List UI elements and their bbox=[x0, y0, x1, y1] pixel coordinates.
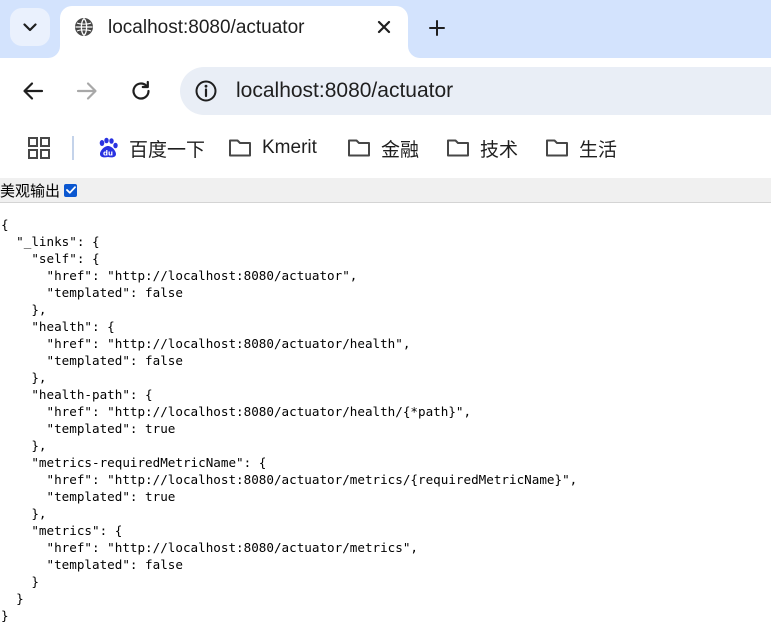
bookmark-baidu[interactable]: du 百度一下 bbox=[97, 135, 205, 161]
bookmark-folder-kmerit[interactable]: Kmerit bbox=[228, 135, 317, 161]
json-line: "health-path": { bbox=[1, 387, 153, 402]
bookmark-folder-tech[interactable]: 技术 bbox=[446, 135, 518, 161]
plus-icon bbox=[429, 20, 445, 36]
bookmark-label: 技术 bbox=[480, 139, 519, 161]
address-bar-url[interactable]: localhost:8080/actuator bbox=[236, 79, 453, 103]
tab-close-button[interactable] bbox=[373, 16, 395, 38]
bookmark-label: 金融 bbox=[381, 139, 420, 161]
folder-icon bbox=[447, 139, 469, 157]
json-line: } bbox=[1, 591, 24, 606]
bookmarks-bar: du 百度一下 Kmerit 金融 技术 生活 bbox=[0, 122, 771, 178]
reload-button[interactable] bbox=[128, 78, 154, 104]
json-line: "templated": true bbox=[1, 489, 176, 504]
active-tab[interactable]: localhost:8080/actuator bbox=[60, 6, 408, 58]
page-content: 美观输出 { "_links": { "self": { "href": "ht… bbox=[0, 178, 771, 634]
bookmark-folder-finance[interactable]: 金融 bbox=[347, 135, 419, 161]
svg-text:du: du bbox=[103, 150, 113, 158]
address-bar[interactable]: localhost:8080/actuator bbox=[180, 67, 771, 115]
bookmark-label: 百度一下 bbox=[129, 139, 206, 161]
json-line: "href": "http://localhost:8080/actuator/… bbox=[1, 336, 411, 351]
folder-icon bbox=[348, 139, 370, 157]
chevron-down-icon bbox=[23, 22, 37, 31]
json-line: "templated": true bbox=[1, 421, 176, 436]
json-line: { bbox=[1, 217, 9, 232]
tab-search-button[interactable] bbox=[10, 8, 50, 46]
arrow-left-icon bbox=[23, 82, 44, 100]
pretty-print-bar: 美观输出 bbox=[0, 178, 771, 203]
json-line: }, bbox=[1, 302, 47, 317]
json-line: "href": "http://localhost:8080/actuator/… bbox=[1, 404, 472, 419]
folder-icon bbox=[229, 139, 251, 157]
json-line: "health": { bbox=[1, 319, 115, 334]
json-line: "templated": false bbox=[1, 353, 183, 368]
folder-icon bbox=[546, 139, 568, 157]
json-line: }, bbox=[1, 506, 47, 521]
json-line: } bbox=[1, 608, 9, 623]
bookmark-label: 生活 bbox=[579, 139, 618, 161]
new-tab-button[interactable] bbox=[425, 16, 449, 40]
bookmark-folder-life[interactable]: 生活 bbox=[545, 135, 617, 161]
json-line: } bbox=[1, 574, 39, 589]
json-body: { "_links": { "self": { "href": "http://… bbox=[1, 216, 577, 624]
json-line: "href": "http://localhost:8080/actuator/… bbox=[1, 540, 419, 555]
info-icon[interactable] bbox=[194, 79, 218, 103]
forward-button[interactable] bbox=[74, 78, 100, 104]
reload-icon bbox=[132, 80, 150, 100]
tab-strip: localhost:8080/actuator bbox=[0, 0, 771, 58]
json-line: "_links": { bbox=[1, 234, 100, 249]
json-line: "self": { bbox=[1, 251, 100, 266]
json-line: "templated": false bbox=[1, 285, 183, 300]
pretty-print-checkbox[interactable] bbox=[64, 183, 78, 197]
apps-grid-icon[interactable] bbox=[27, 136, 51, 160]
json-line: "href": "http://localhost:8080/actuator/… bbox=[1, 472, 578, 487]
browser-toolbar: localhost:8080/actuator bbox=[0, 58, 771, 122]
json-line: "metrics": { bbox=[1, 523, 123, 538]
globe-icon bbox=[75, 18, 93, 36]
tab-title: localhost:8080/actuator bbox=[108, 17, 305, 38]
arrow-right-icon bbox=[76, 82, 97, 100]
json-line: "metrics-requiredMetricName": { bbox=[1, 455, 267, 470]
json-line: }, bbox=[1, 370, 47, 385]
json-line: }, bbox=[1, 438, 47, 453]
baidu-icon: du bbox=[99, 137, 118, 158]
close-icon bbox=[377, 20, 391, 34]
pretty-print-label: 美观输出 bbox=[0, 181, 61, 200]
bookmarks-divider bbox=[72, 136, 74, 160]
bookmark-label: Kmerit bbox=[262, 137, 317, 158]
json-line: "templated": false bbox=[1, 557, 183, 572]
checkmark-icon bbox=[65, 186, 76, 194]
back-button[interactable] bbox=[20, 78, 46, 104]
json-line: "href": "http://localhost:8080/actuator"… bbox=[1, 268, 358, 283]
